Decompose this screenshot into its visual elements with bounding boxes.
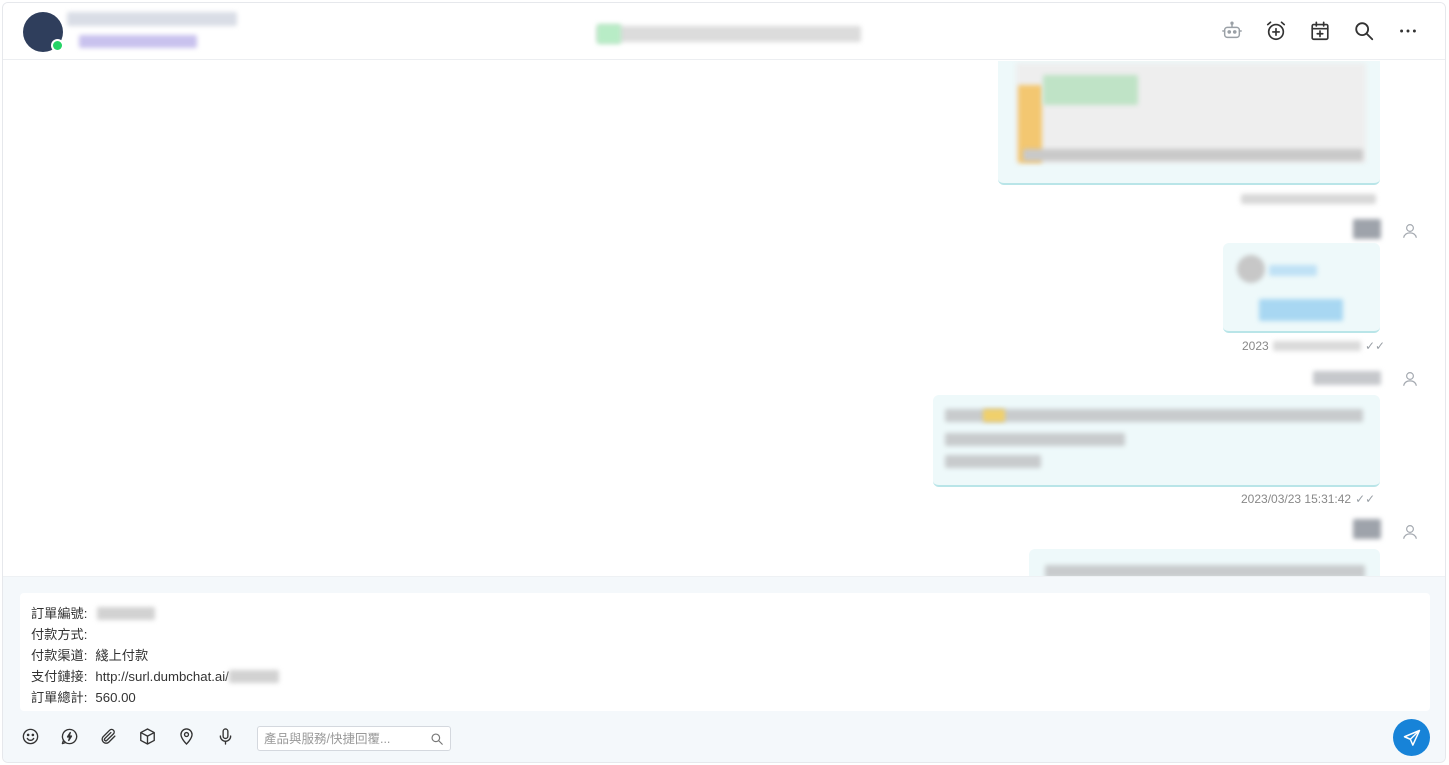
payment-link-redacted bbox=[228, 670, 279, 683]
card-button-redacted bbox=[1259, 299, 1343, 321]
payment-link-line: 支付鏈接: http://surl.dumbchat.ai/ bbox=[31, 666, 1419, 687]
read-check-icon: ✓✓ bbox=[1355, 492, 1376, 506]
robot-icon[interactable] bbox=[1220, 19, 1243, 42]
card-name-redacted bbox=[1269, 265, 1317, 276]
contact-name-redacted bbox=[67, 12, 237, 26]
chat-header bbox=[3, 3, 1445, 60]
contact-card-message[interactable] bbox=[1223, 243, 1380, 333]
read-check-icon: ✓✓ bbox=[1365, 339, 1386, 353]
more-icon[interactable] bbox=[1396, 19, 1419, 42]
map-caption-redacted bbox=[1023, 149, 1363, 161]
text-message[interactable] bbox=[1029, 549, 1380, 576]
order-total-label: 訂單總計: bbox=[31, 690, 88, 705]
sender-label-redacted bbox=[1353, 219, 1381, 239]
microphone-icon[interactable] bbox=[214, 725, 236, 747]
emoji-icon[interactable] bbox=[19, 725, 41, 747]
message-timestamp-partial: 2023 bbox=[1242, 339, 1269, 353]
composer-toolbar bbox=[19, 725, 236, 747]
chat-window: 2023 ✓✓ 2023/03/23 15:31:42 ✓✓ 訂單編號: 付款方… bbox=[2, 2, 1446, 763]
sender-label-redacted bbox=[1353, 519, 1381, 539]
header-toolbar bbox=[1220, 19, 1419, 42]
product-box-icon[interactable] bbox=[136, 725, 158, 747]
map-park-redacted bbox=[1043, 75, 1138, 105]
message-line-redacted bbox=[945, 455, 1041, 468]
message-line-redacted bbox=[945, 433, 1125, 446]
payment-link-value: http://surl.dumbchat.ai/ bbox=[95, 669, 229, 684]
payment-channel-label: 付款渠道: bbox=[31, 648, 88, 663]
payment-channel-value: 綫上付款 bbox=[95, 648, 149, 663]
sender-label-redacted bbox=[1313, 371, 1381, 385]
send-icon bbox=[1403, 729, 1420, 746]
message-list[interactable]: 2023 ✓✓ 2023/03/23 15:31:42 ✓✓ bbox=[3, 61, 1445, 576]
timestamp-redacted bbox=[1241, 194, 1376, 204]
message-input[interactable]: 訂單編號: 付款方式: 付款渠道: 綫上付款 支付鏈接: http://surl… bbox=[20, 593, 1430, 711]
search-icon[interactable] bbox=[430, 732, 444, 746]
channel-mark-redacted bbox=[597, 24, 621, 44]
payment-channel-line: 付款渠道: 綫上付款 bbox=[31, 645, 1419, 666]
chat-title-redacted bbox=[597, 26, 861, 42]
search-icon[interactable] bbox=[1352, 19, 1375, 42]
product-search-box bbox=[257, 726, 451, 751]
send-button[interactable] bbox=[1393, 719, 1430, 756]
payment-link-label: 支付鏈接: bbox=[31, 669, 88, 684]
quick-reply-icon[interactable] bbox=[58, 725, 80, 747]
order-total-line: 訂單總計: 560.00 bbox=[31, 687, 1419, 708]
payment-method-line: 付款方式: bbox=[31, 624, 1419, 645]
contact-phone-redacted bbox=[79, 35, 197, 48]
map-message[interactable] bbox=[998, 61, 1380, 185]
message-timestamp: 2023/03/23 15:31:42 ✓✓ bbox=[1241, 492, 1376, 506]
message-composer: 訂單編號: 付款方式: 付款渠道: 綫上付款 支付鏈接: http://surl… bbox=[3, 576, 1445, 762]
order-number-redacted bbox=[97, 607, 156, 620]
timestamp-redacted bbox=[1273, 341, 1361, 351]
order-number-line: 訂單編號: bbox=[31, 603, 1419, 624]
whatsapp-icon bbox=[51, 39, 64, 52]
attachment-icon[interactable] bbox=[97, 725, 119, 747]
payment-method-label: 付款方式: bbox=[31, 627, 88, 642]
alarm-add-icon[interactable] bbox=[1264, 19, 1287, 42]
location-icon[interactable] bbox=[175, 725, 197, 747]
emoji-redacted bbox=[983, 409, 1005, 422]
product-search-input[interactable] bbox=[264, 731, 424, 746]
agent-user-icon bbox=[1403, 224, 1417, 238]
order-total-value: 560.00 bbox=[95, 690, 136, 705]
message-line-redacted bbox=[945, 409, 1363, 422]
text-message[interactable] bbox=[933, 395, 1380, 487]
agent-user-icon bbox=[1403, 372, 1417, 386]
calendar-add-icon[interactable] bbox=[1308, 19, 1331, 42]
order-number-label: 訂單編號: bbox=[31, 606, 88, 621]
agent-user-icon bbox=[1403, 525, 1417, 539]
message-line-redacted bbox=[1045, 565, 1365, 576]
card-avatar-redacted bbox=[1237, 255, 1265, 283]
